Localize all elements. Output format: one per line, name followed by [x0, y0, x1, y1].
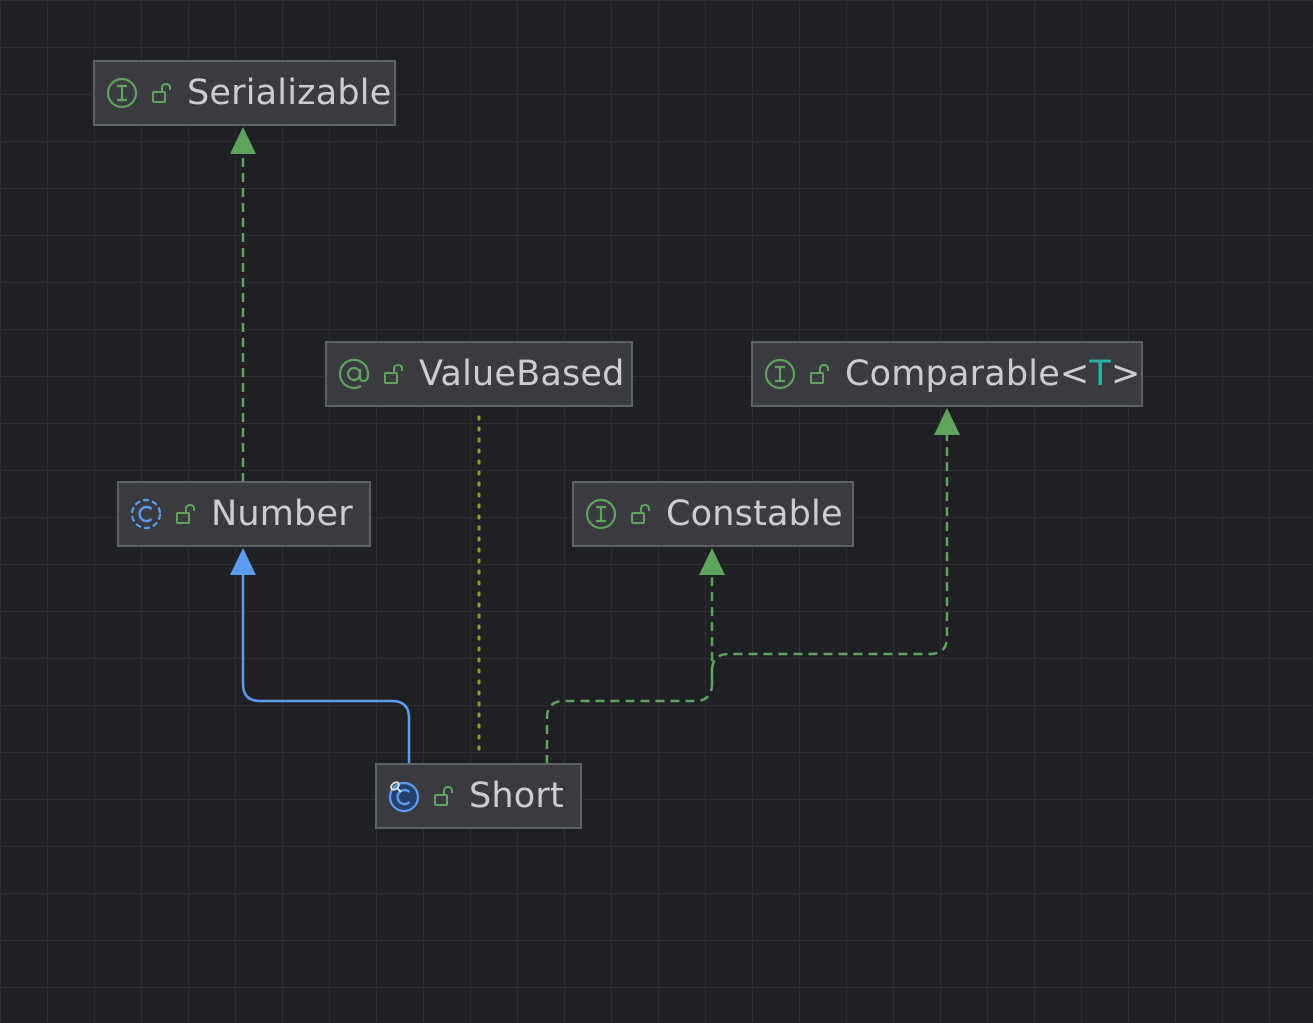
public-lock-icon: [810, 363, 829, 384]
arrowhead-number: [230, 548, 256, 575]
edge-short-implements-comparable: [710, 434, 949, 684]
interface-icon: [585, 498, 617, 530]
type-parameter: T: [1089, 353, 1112, 394]
public-lock-icon: [152, 82, 171, 103]
node-label-comparable-close: >: [1111, 353, 1141, 394]
node-short[interactable]: Short: [375, 763, 582, 829]
uml-diagram-canvas: Serializable ValueBased Comparable<T> Nu…: [0, 0, 1313, 1023]
arrowhead-serializable: [230, 127, 256, 154]
arrowhead-constable: [699, 548, 725, 575]
node-valuebased[interactable]: ValueBased: [325, 341, 633, 407]
node-label-comparable: Comparable<T>: [845, 353, 1141, 394]
node-label-comparable-name: Comparable<: [845, 353, 1090, 394]
public-lock-icon: [176, 503, 195, 524]
edge-short-implements-constable: [545, 574, 714, 764]
node-label-short: Short: [469, 775, 564, 816]
abstract-class-icon: [130, 498, 162, 530]
node-label-valuebased: ValueBased: [419, 353, 625, 394]
arrowhead-comparable: [934, 408, 960, 435]
node-label-serializable: Serializable: [187, 72, 392, 113]
node-comparable[interactable]: Comparable<T>: [751, 341, 1143, 407]
public-lock-icon: [631, 503, 650, 524]
node-label-number: Number: [211, 493, 353, 534]
node-label-constable: Constable: [666, 493, 843, 534]
node-serializable[interactable]: Serializable: [93, 60, 396, 126]
final-class-icon: [388, 781, 420, 813]
node-constable[interactable]: Constable: [572, 481, 854, 547]
interface-icon: [106, 77, 138, 109]
edge-short-extends-number: [241, 574, 411, 764]
public-lock-icon: [434, 785, 453, 806]
annotation-icon: [338, 358, 370, 389]
interface-icon: [764, 358, 796, 390]
node-number[interactable]: Number: [117, 481, 371, 547]
public-lock-icon: [384, 363, 403, 384]
